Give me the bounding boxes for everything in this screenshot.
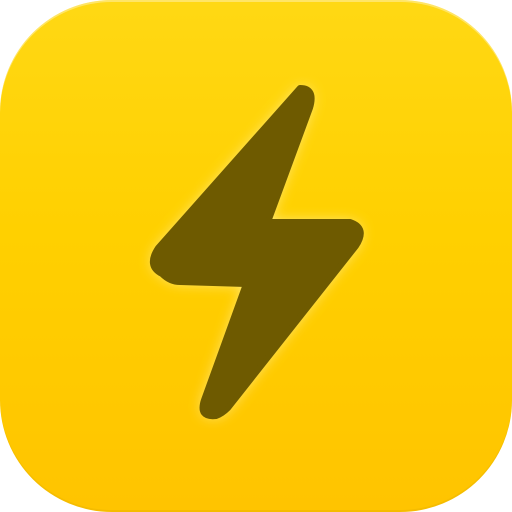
bolt-shape [149, 85, 364, 420]
app-icon-tile[interactable] [0, 0, 512, 512]
lightning-bolt-icon [149, 85, 364, 420]
